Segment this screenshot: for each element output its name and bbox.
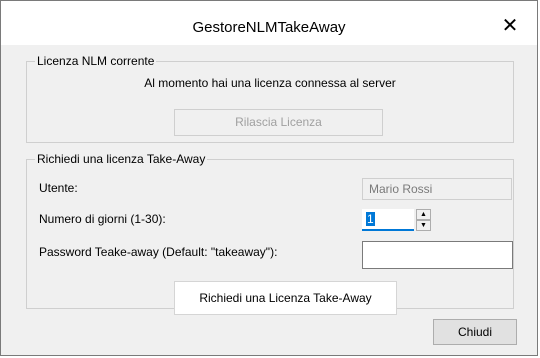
chiudi-button[interactable]: Chiudi: [433, 319, 517, 345]
request-license-group: Richiedi una licenza Take-Away Utente: M…: [26, 152, 514, 315]
days-decrement-button[interactable]: ▼: [416, 220, 431, 231]
title-bar: GestoreNLMTakeAway ✕: [1, 1, 537, 45]
window-title: GestoreNLMTakeAway: [192, 19, 346, 36]
user-field: Mario Rossi: [362, 178, 512, 200]
days-label: Numero di giorni (1-30):: [39, 212, 166, 226]
user-label: Utente:: [39, 181, 78, 195]
user-value: Mario Rossi: [369, 182, 433, 196]
current-license-group: Licenza NLM corrente Al momento hai una …: [26, 54, 514, 143]
days-stepper-input[interactable]: 1: [362, 209, 414, 231]
release-license-button[interactable]: Rilascia Licenza: [174, 109, 383, 136]
days-increment-button[interactable]: ▲: [416, 209, 431, 220]
close-icon[interactable]: ✕: [497, 13, 523, 39]
days-value: 1: [366, 212, 375, 226]
password-field[interactable]: [362, 241, 513, 269]
license-status-message: Al momento hai una licenza connessa al s…: [144, 76, 396, 90]
current-license-legend: Licenza NLM corrente: [35, 54, 157, 68]
request-license-legend: Richiedi una licenza Take-Away: [35, 152, 208, 166]
dialog-window: GestoreNLMTakeAway ✕ Licenza NLM corrent…: [0, 0, 538, 356]
request-license-button[interactable]: Richiedi una Licenza Take-Away: [174, 281, 397, 315]
password-label: Password Teake-away (Default: "takeaway"…: [39, 245, 278, 259]
